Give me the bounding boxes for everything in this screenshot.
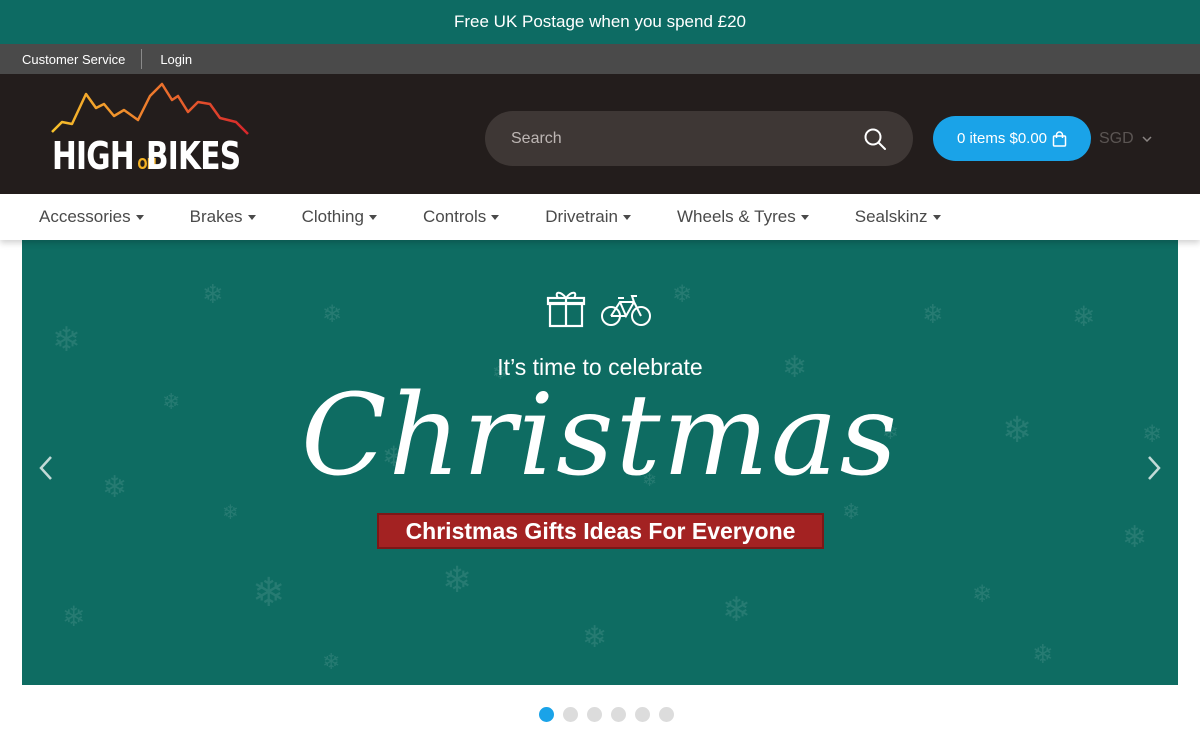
nav-item-label: Clothing — [301, 207, 364, 226]
caret-down-icon — [491, 214, 500, 220]
cart-label: 0 items $0.00 — [956, 130, 1048, 147]
snowflake-icon: ❄ — [62, 600, 86, 633]
login-link[interactable]: Login — [160, 52, 192, 67]
snowflake-icon: ❄ — [672, 280, 693, 308]
utility-bar: Customer Service Login — [0, 44, 1200, 74]
nav-item-clothing[interactable]: Clothing — [302, 207, 377, 227]
nav-item-controls[interactable]: Controls — [422, 207, 500, 227]
nav-item-brakes[interactable]: Brakes — [190, 207, 256, 227]
slider-dot[interactable] — [563, 707, 578, 722]
promo-text: Free UK Postage when you spend £20 — [453, 12, 747, 31]
logo-word-bikes: BIKES — [146, 134, 241, 178]
chevron-right-icon[interactable] — [1144, 453, 1164, 483]
slider-dot[interactable] — [659, 707, 674, 722]
chevron-left-icon[interactable] — [36, 453, 56, 483]
snowflake-icon: ❄ — [322, 300, 343, 328]
snowflake-icon: ❄ — [1032, 640, 1054, 670]
snowflake-icon: ❄ — [972, 580, 993, 608]
main-nav: Accessories Brakes Clothing Controls Dri… — [0, 194, 1200, 240]
bicycle-icon — [601, 295, 651, 326]
logo-wordmark: HIGH ON BIKES — [52, 136, 267, 176]
mountain-graphic — [51, 82, 249, 135]
promo-bar: Free UK Postage when you spend £20 — [0, 0, 1200, 44]
nav-item-label: Controls — [422, 207, 487, 226]
snowflake-icon: ❄ — [582, 620, 608, 655]
snowflake-icon: ❄ — [322, 650, 341, 675]
snowflake-icon: ❄ — [922, 300, 944, 330]
site-header: HIGH ON BIKES 0 items $0.00 SGD — [0, 74, 1200, 194]
search-icon[interactable] — [863, 127, 887, 151]
caret-down-icon — [800, 214, 809, 220]
chevron-down-icon — [1142, 136, 1152, 142]
customer-service-link[interactable]: Customer Service — [22, 52, 125, 67]
nav-item-label: Wheels & Tyres — [677, 207, 796, 226]
slider-dot[interactable] — [587, 707, 602, 722]
caret-down-icon — [932, 214, 941, 220]
nav-item-accessories[interactable]: Accessories — [39, 207, 144, 227]
cart-button[interactable]: 0 items $0.00 — [933, 116, 1091, 161]
nav-item-label: Sealskinz — [854, 207, 928, 226]
snowflake-icon: ❄ — [1122, 520, 1148, 555]
currency-value: SGD — [1099, 130, 1134, 147]
hero-ribbon[interactable]: Christmas Gifts Ideas For Everyone — [377, 513, 824, 549]
snowflake-icon: ❄ — [442, 560, 473, 601]
caret-down-icon — [368, 214, 377, 220]
nav-item-wheels-tyres[interactable]: Wheels & Tyres — [677, 207, 809, 227]
site-logo[interactable]: HIGH ON BIKES — [48, 82, 258, 186]
nav-item-label: Accessories — [39, 207, 131, 226]
caret-down-icon — [623, 214, 631, 220]
nav-item-drivetrain[interactable]: Drivetrain — [545, 207, 631, 227]
shopping-bag-icon — [1052, 130, 1067, 147]
search-bar — [485, 111, 913, 166]
divider — [141, 49, 143, 69]
caret-down-icon — [247, 214, 256, 220]
snowflake-icon: ❄ — [252, 570, 286, 616]
gift-icon — [546, 291, 586, 328]
caret-down-icon — [135, 214, 144, 220]
slider-dot[interactable] — [635, 707, 650, 722]
logo-word-high: HIGH — [52, 134, 135, 178]
nav-item-label: Brakes — [189, 207, 243, 226]
snowflake-icon: ❄ — [202, 280, 224, 310]
slider-dot[interactable] — [611, 707, 626, 722]
hero-slider[interactable]: ❄ ❄ ❄ ❄ ❄ ❄ ❄ ❄ ❄ ❄ ❄ ❄ ❄ ❄ ❄ ❄ ❄ ❄ ❄ ❄ ❄ ❄ ❄ ❄ ❄ ❄ It’s time to … — [22, 240, 1178, 685]
slider-dot[interactable] — [539, 707, 554, 722]
search-input[interactable] — [511, 129, 863, 148]
snowflake-icon: ❄ — [722, 590, 751, 630]
hero-headline: Christmas — [300, 371, 900, 501]
snowflake-icon: ❄ — [1072, 300, 1096, 333]
hero-icons — [546, 290, 652, 328]
currency-selector[interactable]: SGD — [1099, 130, 1152, 148]
nav-item-label: Drivetrain — [545, 207, 618, 226]
slider-pagination — [539, 707, 674, 722]
nav-item-sealskinz[interactable]: Sealskinz — [855, 207, 941, 227]
